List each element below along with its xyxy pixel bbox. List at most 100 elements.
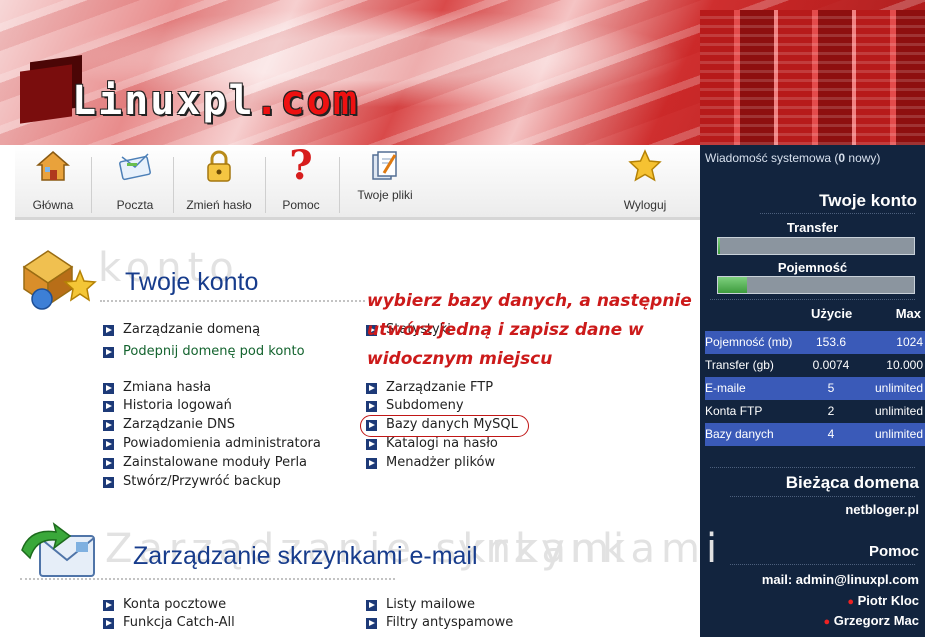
- stats-row: Bazy danych 4 unlimited: [705, 423, 925, 446]
- contact-piotr-kloc[interactable]: ● Piotr Kloc: [847, 593, 919, 608]
- link-listy-mailowe[interactable]: Listy mailowe: [366, 597, 475, 612]
- arrow-bullet-icon: [103, 401, 114, 412]
- arrow-bullet-icon: [103, 347, 114, 358]
- stat-usage: 0.0074: [812, 358, 850, 372]
- arrow-bullet-icon: [103, 477, 114, 488]
- capacity-label: Pojemność: [777, 260, 848, 275]
- site-logo[interactable]: Linuxpl.com: [72, 78, 359, 124]
- link-zarzadzanie-ftp[interactable]: Zarządzanie FTP: [366, 380, 493, 395]
- stat-max: unlimited: [874, 427, 923, 441]
- link-label: Katalogi na hasło: [386, 436, 498, 451]
- link-label: Menadżer plików: [386, 455, 496, 470]
- help-icon: ?: [289, 142, 313, 189]
- stats-row: E-maile 5 unlimited: [705, 377, 925, 400]
- stat-max: 1024: [896, 335, 923, 349]
- link-funkcja-catch-all[interactable]: Funkcja Catch-All: [103, 615, 235, 630]
- link-konta-pocztowe[interactable]: Konta pocztowe: [103, 597, 226, 612]
- arrow-bullet-icon: [103, 618, 114, 629]
- arrow-bullet-icon: [103, 420, 114, 431]
- contact-name: Piotr Kloc: [857, 593, 919, 608]
- link-label: Konta pocztowe: [123, 597, 227, 612]
- transfer-bar: [717, 237, 915, 255]
- logo-main: Linuxpl: [72, 78, 255, 124]
- arrow-bullet-icon: [366, 439, 377, 450]
- help-mail[interactable]: mail: admin@linuxpl.com: [762, 572, 919, 587]
- stats-row: Pojemność (mb) 153.6 1024: [705, 331, 925, 354]
- system-message-prefix: Wiadomość systemowa (: [705, 151, 839, 165]
- stat-usage: 5: [827, 381, 835, 395]
- link-label: Zainstalowane moduły Perla: [123, 455, 308, 470]
- stat-max: 10.000: [886, 358, 923, 372]
- stat-max: unlimited: [874, 404, 923, 418]
- contact-grzegorz-mac[interactable]: ● Grzegorz Mac: [823, 613, 919, 628]
- logo-domain: .com: [254, 78, 359, 124]
- mail-section-watermark-tail: ynkami: [458, 526, 629, 572]
- link-label: Historia logowań: [123, 398, 232, 413]
- site-header: Linuxpl.com: [0, 0, 925, 145]
- stats-row: Transfer (gb) 0.0074 10.000: [705, 354, 925, 377]
- link-subdomeny[interactable]: Subdomeny: [366, 398, 464, 413]
- current-domain-value: netbloger.pl: [845, 502, 919, 517]
- link-label: Listy mailowe: [386, 597, 475, 612]
- arrow-bullet-icon: [366, 401, 377, 412]
- toolbar-logout-button[interactable]: Wyloguj: [610, 149, 680, 213]
- link-label: Podepnij domenę pod konto: [123, 344, 305, 359]
- current-domain-title: Bieżąca domena: [785, 473, 919, 492]
- transfer-label: Transfer: [786, 220, 839, 235]
- toolbar-change-password-button[interactable]: Zmień hasło: [181, 149, 257, 213]
- link-zarzadzanie-dns[interactable]: Zarządzanie DNS: [103, 417, 235, 432]
- toolbar-files-label: Twoje pliki: [357, 188, 413, 202]
- link-label: Zmiana hasła: [123, 380, 212, 395]
- arrow-bullet-icon: [103, 383, 114, 394]
- arrow-bullet-icon: [366, 458, 377, 469]
- mail-section-title: Zarządzanie skrzynkami e-mail: [133, 542, 478, 570]
- arrow-bullet-icon: [103, 458, 114, 469]
- toolbar-change-password-label: Zmień hasło: [186, 198, 252, 212]
- link-label: Funkcja Catch-All: [123, 615, 235, 630]
- link-zainstalowane-moduly-perla[interactable]: Zainstalowane moduły Perla: [103, 455, 307, 470]
- link-stworz-przywroc-backup[interactable]: Stwórz/Przywróć backup: [103, 474, 281, 489]
- capacity-bar-fill: [718, 277, 748, 293]
- link-historia-logowan[interactable]: Historia logowań: [103, 398, 232, 413]
- servers-illustration: [700, 10, 925, 145]
- toolbar-help-label: Pomoc: [282, 198, 320, 212]
- toolbar-files-button[interactable]: Twoje pliki: [345, 149, 425, 213]
- mysql-highlight-circle: [360, 415, 529, 437]
- help-title: Pomoc: [868, 543, 919, 560]
- link-label: Zarządzanie DNS: [123, 417, 236, 432]
- stat-max: unlimited: [874, 381, 923, 395]
- link-label: Filtry antyspamowe: [386, 615, 514, 630]
- toolbar-home-button[interactable]: Główna: [23, 149, 83, 213]
- link-filtry-antyspamowe[interactable]: Filtry antyspamowe: [366, 615, 513, 630]
- arrow-bullet-icon: [103, 600, 114, 611]
- stat-usage: 153.6: [815, 335, 847, 349]
- stat-name: Transfer (gb): [705, 358, 774, 372]
- max-column-header: Max: [895, 306, 921, 321]
- toolbar-mail-button[interactable]: Poczta: [105, 149, 165, 213]
- system-message[interactable]: Wiadomość systemowa (0 nowy): [705, 151, 880, 165]
- stat-usage: 2: [827, 404, 835, 418]
- link-menadzer-plikow[interactable]: Menadżer plików: [366, 455, 495, 470]
- arrow-bullet-icon: [366, 618, 377, 629]
- arrow-bullet-icon: [103, 325, 114, 336]
- toolbar-help-button[interactable]: ? Pomoc: [271, 142, 331, 213]
- capacity-bar: [717, 276, 915, 294]
- link-katalogi-na-haslo[interactable]: Katalogi na hasło: [366, 436, 498, 451]
- annotation-line-3: widocznym miejscu: [367, 349, 553, 369]
- logo-cube-icon: [20, 64, 72, 124]
- main-toolbar: Główna Poczta Zmień hasło ? Pomoc Twoje …: [15, 145, 700, 220]
- link-powiadomienia-administratora[interactable]: Powiadomienia administratora: [103, 436, 321, 451]
- link-podepnij-domene-pod-konto[interactable]: Podepnij domenę pod konto: [103, 344, 305, 359]
- contact-name: Grzegorz Mac: [833, 613, 919, 628]
- usage-column-header: Użycie: [811, 306, 853, 321]
- arrow-bullet-icon: [366, 600, 377, 611]
- link-zarzadzanie-domena[interactable]: Zarządzanie domeną: [103, 322, 260, 337]
- stat-name: Bazy danych: [705, 427, 774, 441]
- annotation-line-2: utwórz jedną i zapisz dane w: [367, 320, 644, 340]
- link-label: Subdomeny: [386, 398, 464, 413]
- link-zmiana-hasla[interactable]: Zmiana hasła: [103, 380, 211, 395]
- stat-name: Pojemność (mb): [705, 335, 793, 349]
- stat-name: E-maile: [705, 381, 746, 395]
- stats-row: Konta FTP 2 unlimited: [705, 400, 925, 423]
- lock-icon: [202, 149, 236, 183]
